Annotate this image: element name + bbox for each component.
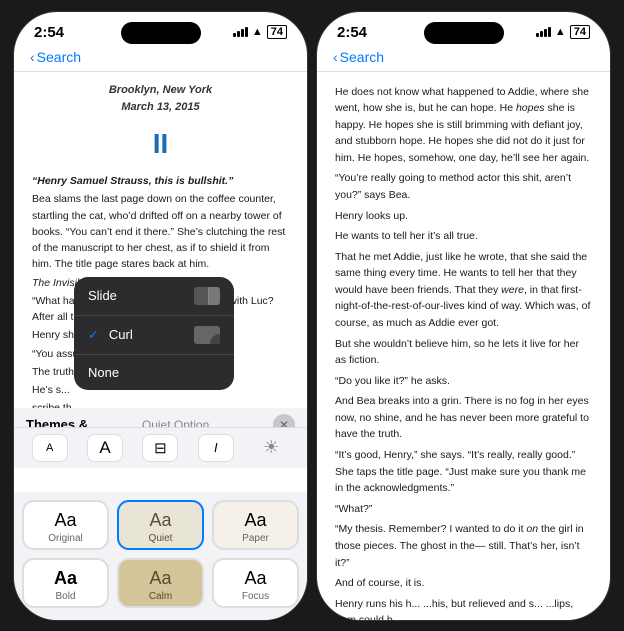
font-large-button[interactable]: A xyxy=(87,434,123,462)
font-controls: A A ⊟ I ☀ xyxy=(14,427,307,468)
signal-bars-left xyxy=(233,27,248,37)
theme-original[interactable]: Aa Original xyxy=(22,500,109,550)
right-phone: 2:54 ▲ 74 ‹ Search He does not xyxy=(316,11,611,621)
theme-paper-label: Paper xyxy=(242,533,269,544)
slide-label: Slide xyxy=(88,288,117,303)
battery-left: 74 xyxy=(267,25,287,39)
book-location: Brooklyn, New YorkMarch 13, 2015 xyxy=(32,82,289,116)
theme-original-aa: Aa xyxy=(54,510,76,531)
brightness-button[interactable]: ☀ xyxy=(253,434,289,462)
signal-bars-right xyxy=(536,27,551,37)
theme-bold[interactable]: Aa Bold xyxy=(22,558,109,608)
theme-quiet[interactable]: Aa Quiet xyxy=(117,500,204,550)
status-time-left: 2:54 xyxy=(34,24,64,41)
theme-quiet-aa: Aa xyxy=(149,510,171,531)
transition-none[interactable]: None xyxy=(74,355,234,390)
theme-calm-aa: Aa xyxy=(149,568,171,589)
bar1 xyxy=(233,33,236,37)
theme-bold-aa: Aa xyxy=(54,568,77,589)
book-text-right: He does not know what happened to Addie,… xyxy=(335,84,592,621)
font-small-button[interactable]: A xyxy=(32,434,68,462)
theme-focus-aa: Aa xyxy=(244,568,266,589)
status-icons-right: ▲ 74 xyxy=(536,25,590,39)
rbar3 xyxy=(544,29,547,37)
theme-focus[interactable]: Aa Focus xyxy=(212,558,299,608)
chapter-number: II xyxy=(32,122,289,165)
chevron-left-icon-left: ‹ xyxy=(30,49,35,65)
back-label-right: Search xyxy=(340,49,384,65)
slide-icon xyxy=(194,287,220,305)
theme-cards: Aa Original Aa Quiet Aa Paper Aa Bold Aa… xyxy=(14,492,307,620)
bar3 xyxy=(241,29,244,37)
status-icons-left: ▲ 74 xyxy=(233,25,287,39)
none-label: None xyxy=(88,365,119,380)
theme-calm-label: Calm xyxy=(149,591,172,602)
nav-bar-left: ‹ Search xyxy=(14,45,307,72)
wifi-icon-left: ▲ xyxy=(252,26,263,38)
italic-button[interactable]: I xyxy=(198,434,234,462)
back-label-left: Search xyxy=(37,49,81,65)
left-phone: 2:54 ▲ 74 ‹ Search Brooklyn, New YorkMar xyxy=(13,11,308,621)
bar2 xyxy=(237,31,240,37)
theme-paper-aa: Aa xyxy=(244,510,266,531)
rbar2 xyxy=(540,31,543,37)
curl-label: Curl xyxy=(109,327,133,342)
transition-menu: Slide ✓ Curl None xyxy=(74,277,234,390)
chevron-left-icon-right: ‹ xyxy=(333,49,338,65)
status-time-right: 2:54 xyxy=(337,24,367,41)
theme-original-label: Original xyxy=(48,533,82,544)
theme-calm[interactable]: Aa Calm xyxy=(117,558,204,608)
rbar4 xyxy=(548,27,551,37)
theme-focus-label: Focus xyxy=(242,591,269,602)
bar4 xyxy=(245,27,248,37)
book-content-left: Brooklyn, New YorkMarch 13, 2015 II “Hen… xyxy=(14,72,307,466)
back-button-left[interactable]: ‹ Search xyxy=(30,49,81,65)
book-content-right: He does not know what happened to Addie,… xyxy=(317,72,610,621)
theme-paper[interactable]: Aa Paper xyxy=(212,500,299,550)
curl-icon xyxy=(194,326,220,344)
rbar1 xyxy=(536,33,539,37)
phones-container: 2:54 ▲ 74 ‹ Search Brooklyn, New YorkMar xyxy=(13,11,611,621)
theme-bold-label: Bold xyxy=(55,591,75,602)
battery-right: 74 xyxy=(570,25,590,39)
dynamic-island-right xyxy=(424,22,504,44)
transition-curl[interactable]: ✓ Curl xyxy=(74,316,234,355)
dynamic-island xyxy=(121,22,201,44)
font-face-button[interactable]: ⊟ xyxy=(142,434,178,462)
curl-check-icon: ✓ xyxy=(88,327,99,343)
back-button-right[interactable]: ‹ Search xyxy=(333,49,384,65)
theme-quiet-label: Quiet xyxy=(149,533,173,544)
transition-slide[interactable]: Slide xyxy=(74,277,234,316)
nav-bar-right: ‹ Search xyxy=(317,45,610,72)
wifi-icon-right: ▲ xyxy=(555,26,566,38)
